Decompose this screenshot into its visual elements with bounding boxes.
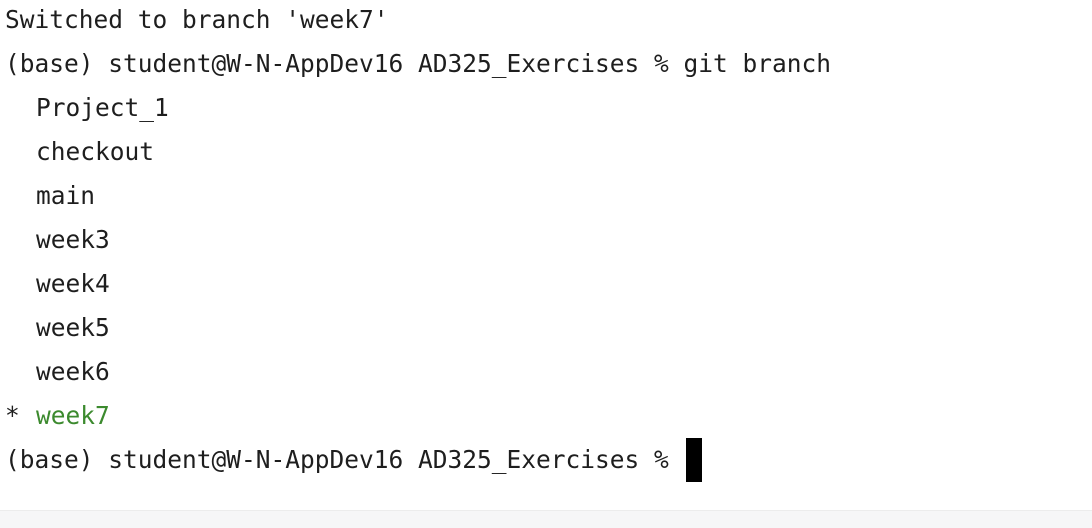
branch-name: week3 xyxy=(36,225,110,254)
terminal-input-line[interactable]: (base) student@W-N-AppDev16 AD325_Exerci… xyxy=(5,438,702,482)
shell-prompt: (base) student@W-N-AppDev16 AD325_Exerci… xyxy=(5,49,684,78)
branch-list-item: main xyxy=(5,174,95,218)
branch-name: Project_1 xyxy=(36,93,169,122)
current-branch-marker: * xyxy=(5,401,20,430)
branch-name: week5 xyxy=(36,313,110,342)
branch-list-item: week4 xyxy=(5,262,110,306)
branch-list-item: checkout xyxy=(5,130,154,174)
terminal-output-line: Switched to branch 'week7' xyxy=(5,0,389,42)
branch-name: checkout xyxy=(36,137,155,166)
branch-list-item: week3 xyxy=(5,218,110,262)
git-branch-command: git branch xyxy=(683,49,832,78)
current-branch-item: * week7 xyxy=(5,394,110,438)
text-cursor[interactable] xyxy=(685,438,702,482)
current-branch-name: week7 xyxy=(36,401,110,430)
branch-name: main xyxy=(36,181,96,210)
terminal-bottom-bar xyxy=(0,510,1092,528)
shell-prompt: (base) student@W-N-AppDev16 AD325_Exerci… xyxy=(5,445,684,474)
terminal-window[interactable]: Switched to branch 'week7' (base) studen… xyxy=(0,0,1092,510)
switch-message: Switched to branch 'week7' xyxy=(5,5,389,34)
branch-name: week6 xyxy=(36,357,110,386)
branch-name: week4 xyxy=(36,269,110,298)
branch-list-item: Project_1 xyxy=(5,86,169,130)
branch-list-item: week5 xyxy=(5,306,110,350)
terminal-command-line: (base) student@W-N-AppDev16 AD325_Exerci… xyxy=(5,42,831,86)
branch-list-item: week6 xyxy=(5,350,110,394)
